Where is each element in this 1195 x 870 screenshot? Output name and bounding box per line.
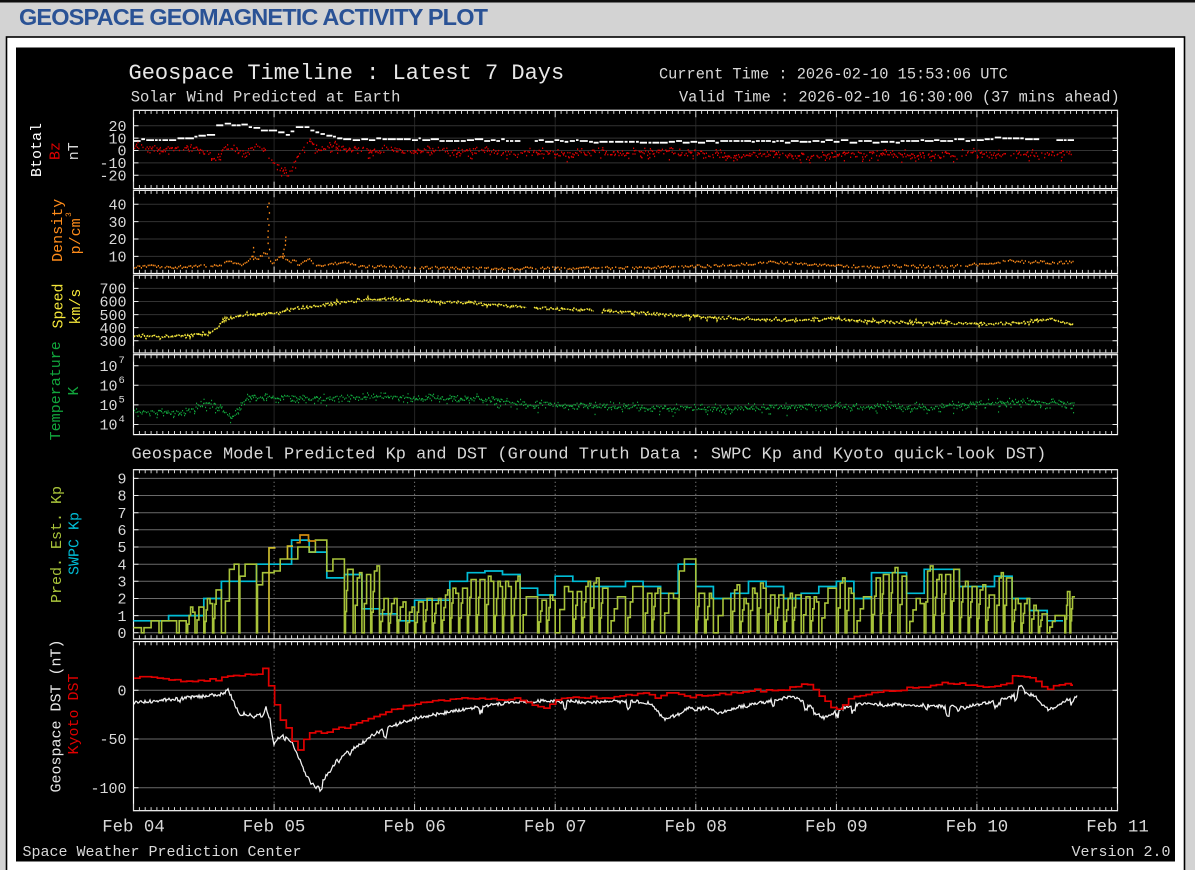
svg-text:Solar Wind Predicted at Earth: Solar Wind Predicted at Earth <box>131 89 401 107</box>
svg-text:5: 5 <box>117 540 126 557</box>
svg-text:10: 10 <box>99 398 117 415</box>
svg-text:1: 1 <box>117 609 126 626</box>
svg-text:Valid Time : 2026-02-10 16:30:: Valid Time : 2026-02-10 16:30:00 (37 min… <box>679 89 1120 107</box>
svg-text:Feb 06: Feb 06 <box>383 819 446 838</box>
svg-text:Feb 07: Feb 07 <box>524 819 587 838</box>
svg-text:Version 2.0: Version 2.0 <box>1071 844 1170 861</box>
svg-text:-50: -50 <box>99 732 126 749</box>
svg-text:Feb 10: Feb 10 <box>946 819 1009 838</box>
svg-text:Feb 09: Feb 09 <box>805 819 868 838</box>
svg-text:3: 3 <box>117 575 126 592</box>
svg-text:4: 4 <box>117 557 126 574</box>
svg-text:0: 0 <box>117 683 126 700</box>
svg-text:Btotal: Btotal <box>29 123 46 177</box>
svg-text:30: 30 <box>108 215 126 232</box>
svg-text:0: 0 <box>117 626 126 643</box>
svg-text:5: 5 <box>119 394 125 406</box>
svg-text:p/cm: p/cm <box>68 218 85 254</box>
svg-text:Feb 08: Feb 08 <box>664 819 727 838</box>
svg-text:10: 10 <box>99 359 117 376</box>
svg-text:3: 3 <box>65 212 74 217</box>
svg-text:Geospace Model Predicted Kp an: Geospace Model Predicted Kp and DST (Gro… <box>132 445 1047 464</box>
svg-text:10: 10 <box>108 250 126 267</box>
svg-text:Current Time : 2026-02-10 15:5: Current Time : 2026-02-10 15:53:06 UTC <box>659 66 1008 84</box>
svg-text:7: 7 <box>117 506 126 523</box>
svg-text:2: 2 <box>117 592 126 609</box>
svg-text:Temperature: Temperature <box>48 341 65 440</box>
svg-text:-20: -20 <box>99 169 126 186</box>
svg-text:6: 6 <box>117 523 126 540</box>
svg-text:nT: nT <box>66 142 83 160</box>
svg-text:Geospace Timeline : Latest 7 D: Geospace Timeline : Latest 7 Days <box>129 61 565 86</box>
svg-text:Speed: Speed <box>51 283 68 328</box>
svg-text:SWPC Kp: SWPC Kp <box>67 512 84 575</box>
svg-text:Bz: Bz <box>48 142 65 160</box>
svg-text:Feb 11: Feb 11 <box>1086 819 1149 838</box>
svg-text:700: 700 <box>99 282 126 299</box>
svg-text:Space Weather Prediction Cente: Space Weather Prediction Center <box>23 844 302 861</box>
svg-text:20: 20 <box>108 232 126 249</box>
svg-text:Feb 04: Feb 04 <box>102 819 165 838</box>
svg-text:4: 4 <box>119 414 125 426</box>
svg-text:40: 40 <box>108 197 126 214</box>
svg-text:Geospace DST (nT): Geospace DST (nT) <box>49 639 66 792</box>
svg-text:K: K <box>66 386 83 395</box>
svg-text:Pred. Est. Kp: Pred. Est. Kp <box>49 486 66 603</box>
svg-text:km/s: km/s <box>68 289 85 325</box>
svg-text:Density: Density <box>50 199 67 262</box>
svg-text:Feb 05: Feb 05 <box>243 819 306 838</box>
svg-text:10: 10 <box>99 379 117 396</box>
svg-text:6: 6 <box>119 375 125 387</box>
svg-text:9: 9 <box>117 472 126 489</box>
svg-text:-100: -100 <box>90 781 126 798</box>
svg-text:7: 7 <box>119 355 125 367</box>
svg-text:10: 10 <box>99 418 117 435</box>
svg-text:GEOSPACE GEOMAGNETIC ACTIVITY: GEOSPACE GEOMAGNETIC ACTIVITY PLOT <box>19 4 489 30</box>
svg-text:Kyoto DST: Kyoto DST <box>66 673 83 754</box>
svg-text:8: 8 <box>117 489 126 506</box>
